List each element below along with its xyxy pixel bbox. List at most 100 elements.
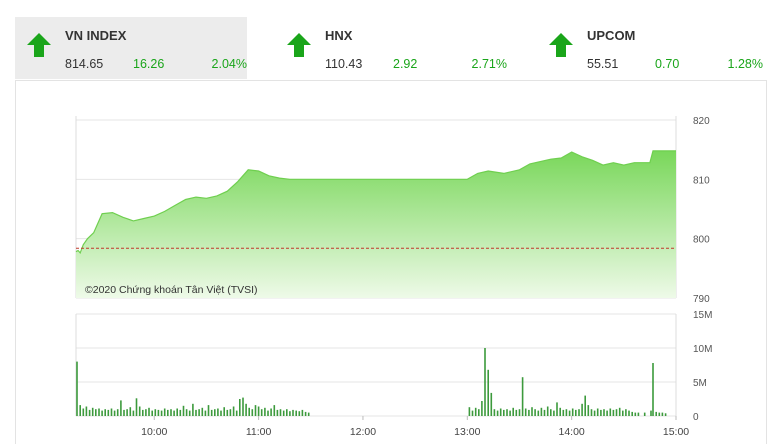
volume-bar [248,407,250,416]
volume-bar [207,405,210,416]
volume-bar [239,399,241,416]
volume-bar [245,403,247,416]
volume-bar [145,409,147,416]
volume-bar [260,409,263,416]
volume-bar [593,410,596,416]
volume-bar [151,410,153,416]
volume-bar [618,407,621,416]
volume-bar [521,377,524,416]
volume-bar [600,409,602,416]
volume-bar [95,409,97,416]
volume-bar [509,410,511,416]
volume-bar [615,409,618,416]
volume-bar [251,409,254,416]
volume-bar [82,408,85,416]
volume-bar [179,409,182,416]
price-area [76,150,676,298]
volume-bar [176,408,178,416]
volume-bar [606,410,608,416]
time-tick-label: 13:00 [454,426,480,438]
volume-tick-label: 10M [693,344,712,355]
volume-bar [101,410,103,416]
volume-bar [559,407,561,416]
volume-bar [590,409,593,416]
volume-bar [289,411,291,416]
volume-bar [273,405,276,416]
time-tick-label: 10:00 [141,426,167,438]
volume-bar [254,405,257,416]
volume-bar [631,411,633,416]
time-tick-label: 15:00 [663,426,689,438]
volume-bar [104,409,106,416]
price-tick-label: 810 [693,175,710,186]
volume-bar [609,408,612,416]
price-tick-label: 820 [693,116,710,127]
volume-bar [192,403,194,416]
volume-bar [295,410,297,416]
volume-bar [301,409,304,416]
volume-axis: 15M 10M 5M 0 [693,310,712,423]
price-tick-label: 790 [693,294,710,305]
volume-bar [257,406,260,416]
volume-bar [135,398,138,416]
volume-bar [652,363,654,416]
volume-bar [229,409,232,416]
volume-bar [195,409,197,416]
volume-bar [481,401,483,416]
volume-bar [107,409,110,416]
volume-bar [148,407,150,416]
volume-bar [116,409,119,416]
volume-bar [584,395,586,416]
volume-bar [578,409,580,416]
volume-bar [496,410,499,416]
volume-bar [484,348,486,416]
volume-bar [625,409,627,416]
volume-bar [506,409,508,416]
volume-bar [571,408,574,416]
volume-bar [157,409,160,416]
volume-bar [503,409,505,416]
volume-bar [553,410,555,416]
volume-bar [575,409,577,416]
volume-bar [637,412,640,416]
volume-bar [528,409,530,416]
volume-bar [298,411,301,416]
volume-bar [270,408,272,416]
volume-bar [76,361,78,416]
volume-bar [79,405,81,416]
volume-bar [188,410,191,416]
volume-bar [160,410,163,416]
volume-bar [132,410,135,416]
volume-bar [242,397,244,416]
volume-bar [658,412,661,416]
volume-bar [232,406,235,416]
volume-bar [643,412,646,416]
volume-bar [110,408,113,416]
volume-bar [543,409,546,416]
volume-bar [499,408,502,416]
volume-bar [493,409,496,416]
time-tick-label: 12:00 [350,426,376,438]
volume-bar [173,410,175,416]
volume-bar [142,409,144,416]
volume-bar [154,409,157,416]
volume-bar [167,409,169,416]
volume-bar [217,408,219,416]
time-tick-label: 14:00 [559,426,585,438]
volume-bar [546,406,549,416]
volume-bar [664,413,667,416]
volume-bar [126,409,128,416]
volume-bar [223,407,225,416]
volume-bar [201,407,204,416]
volume-bar [185,409,188,416]
volume-bar [286,409,288,416]
volume-bar [478,409,480,416]
volume-tick-label: 15M [693,310,712,321]
volume-bar [634,412,637,416]
volume-bar [120,400,122,416]
volume-bar [515,409,518,416]
volume-bar [292,409,294,416]
volume-bar [487,369,489,416]
index-chart: 820 810 800 790 15M 10M 5M 0 10:00 11:00 12:00 13… [75,116,712,438]
volume-bar [537,410,540,416]
